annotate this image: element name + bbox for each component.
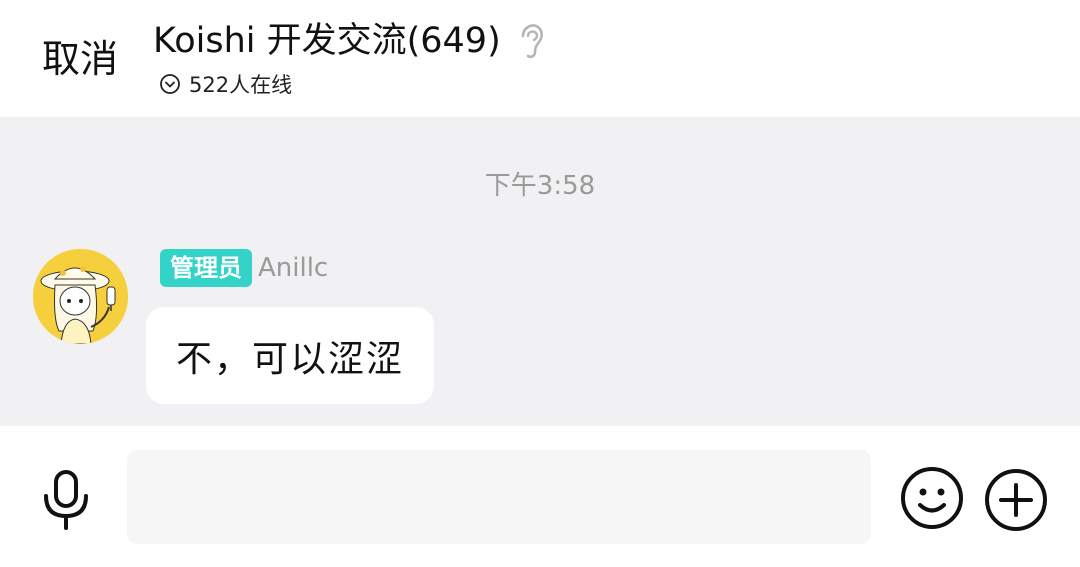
sender-name[interactable]: Anillc <box>258 253 328 283</box>
avatar[interactable] <box>33 249 128 344</box>
message-bubble[interactable]: 不，可以涩涩 <box>146 307 434 404</box>
chat-header: 取消 Koishi 开发交流(649) 522人在线 <box>0 0 1080 117</box>
sender-row: 管理员 Anillc <box>160 249 328 287</box>
chat-area[interactable]: 下午3:58 管理员 Anillc 不，可以涩涩 <box>0 117 1080 426</box>
role-badge: 管理员 <box>160 249 252 287</box>
ear-icon[interactable] <box>517 22 547 60</box>
message-input[interactable] <box>127 450 871 544</box>
microphone-icon[interactable] <box>40 470 92 530</box>
cancel-button[interactable]: 取消 <box>42 36 118 82</box>
input-bar <box>0 426 1080 567</box>
chevron-down-circle-icon[interactable] <box>159 73 181 95</box>
title-row: Koishi 开发交流(649) <box>153 18 547 64</box>
emoji-icon[interactable] <box>900 466 964 530</box>
message-timestamp: 下午3:58 <box>484 171 596 201</box>
group-title[interactable]: Koishi 开发交流(649) <box>153 18 501 64</box>
online-count: 522人在线 <box>189 73 293 97</box>
plus-icon[interactable] <box>984 468 1048 532</box>
online-status-row[interactable]: 522人在线 <box>159 70 292 98</box>
